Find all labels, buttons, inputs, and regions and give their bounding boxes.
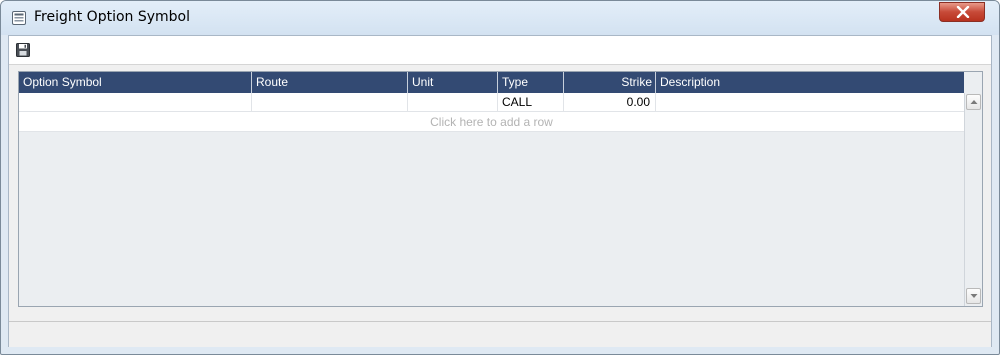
column-header-description[interactable]: Description [656, 72, 964, 93]
cell-route[interactable] [252, 93, 408, 111]
grid-header: Option Symbol Route Unit Type Strike Des… [19, 72, 964, 93]
freight-option-symbol-window: Freight Option Symbol Option Symbol Rout… [0, 0, 1000, 355]
column-header-strike[interactable]: Strike [564, 72, 656, 93]
toolbar [9, 36, 991, 65]
title-bar[interactable]: Freight Option Symbol [1, 1, 999, 35]
cell-option-symbol[interactable] [19, 93, 252, 111]
chevron-up-icon [970, 100, 978, 104]
column-header-option-symbol[interactable]: Option Symbol [19, 72, 252, 93]
cell-strike[interactable]: 0.00 [564, 93, 656, 111]
column-header-route[interactable]: Route [252, 72, 408, 93]
window-content: Option Symbol Route Unit Type Strike Des… [8, 35, 992, 347]
cell-unit[interactable] [408, 93, 498, 111]
save-icon[interactable] [15, 42, 31, 58]
table-row[interactable]: CALL 0.00 [19, 93, 964, 112]
cell-type[interactable]: CALL [498, 93, 564, 111]
status-bar [9, 321, 991, 347]
vertical-scrollbar[interactable] [964, 93, 982, 306]
add-row-button[interactable]: Click here to add a row [19, 112, 964, 132]
scroll-down-button[interactable] [966, 288, 981, 304]
scroll-up-button[interactable] [966, 94, 981, 110]
window-title: Freight Option Symbol [34, 9, 191, 25]
cell-description[interactable] [656, 93, 964, 111]
window-icon [11, 10, 27, 26]
column-header-unit[interactable]: Unit [408, 72, 498, 93]
close-button[interactable] [939, 2, 985, 22]
chevron-down-icon [970, 294, 978, 298]
option-symbol-grid: Option Symbol Route Unit Type Strike Des… [18, 71, 983, 307]
column-header-type[interactable]: Type [498, 72, 564, 93]
close-icon [956, 6, 970, 18]
